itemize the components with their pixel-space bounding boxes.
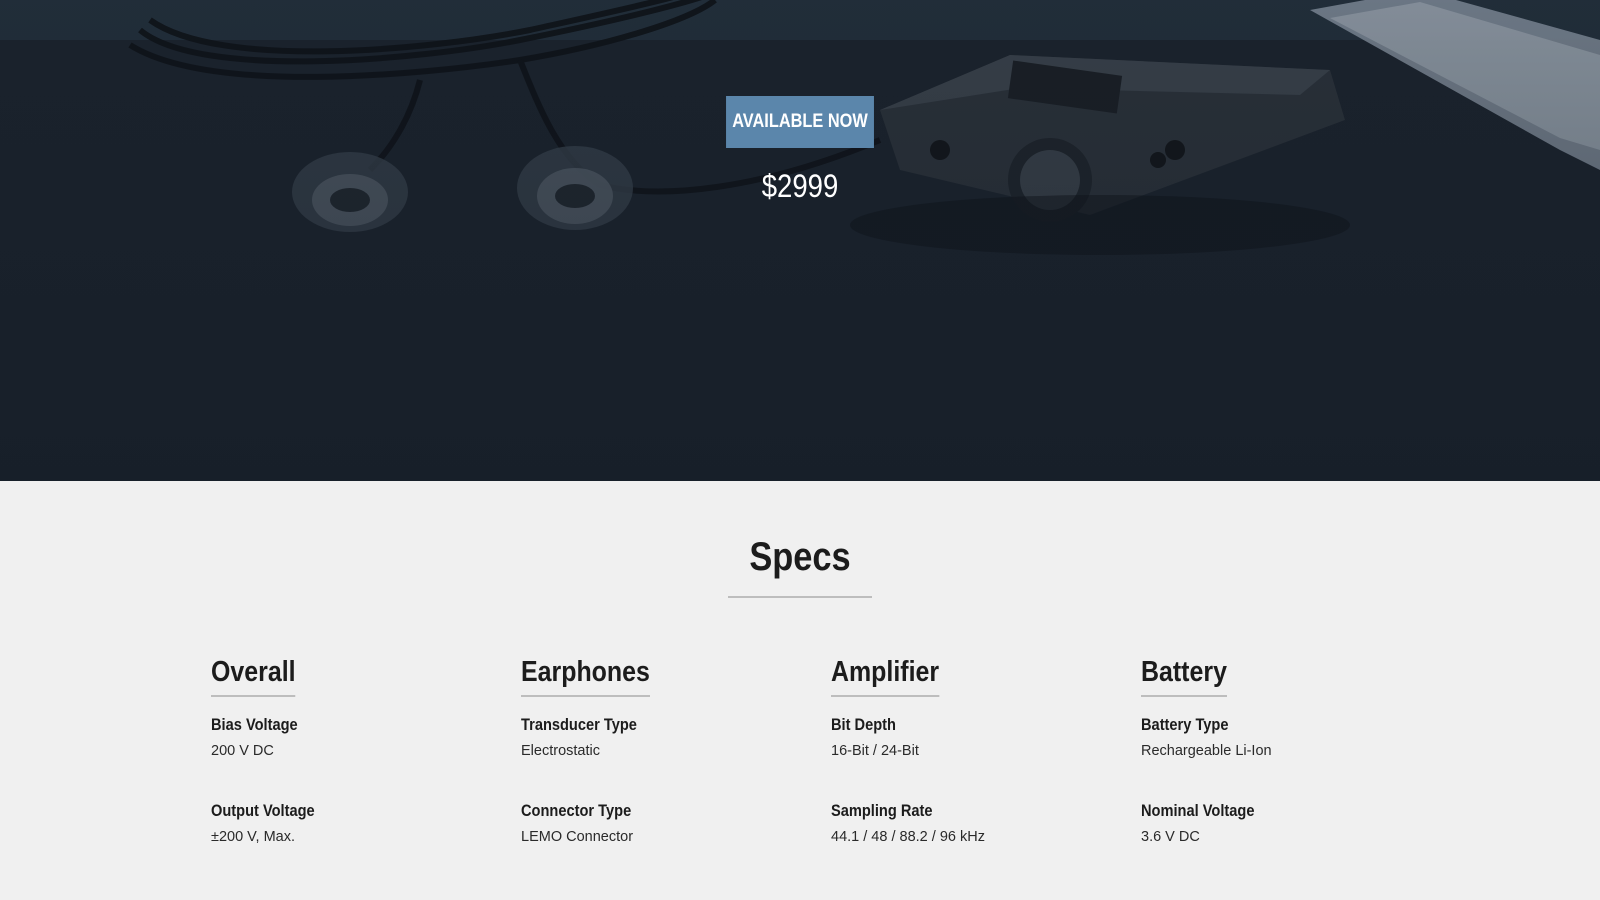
spec-value: Electrostatic	[521, 743, 600, 759]
specs-title: Specs	[749, 535, 851, 579]
spec-label: Connector Type	[521, 801, 632, 820]
spec-item: Output Voltage ±200 V, Max.	[211, 801, 332, 845]
spec-item: Battery Type Rechargeable Li-Ion	[1141, 715, 1272, 759]
hero-overlay	[0, 0, 1600, 481]
available-now-button[interactable]: AVAILABLE NOW	[726, 96, 874, 148]
spec-column-earphones: Earphones Transducer Type Electrostatic …	[521, 656, 811, 845]
spec-item: Sampling Rate 44.1 / 48 / 88.2 / 96 kHz	[831, 801, 985, 845]
specs-title-underline	[728, 596, 872, 598]
spec-label: Bit Depth	[831, 715, 896, 734]
spec-column-amplifier: Amplifier Bit Depth 16-Bit / 24-Bit Samp…	[831, 656, 1121, 845]
spec-item: Nominal Voltage 3.6 V DC	[1141, 801, 1273, 845]
spec-label: Battery Type	[1141, 715, 1229, 734]
spec-column-overall: Overall Bias Voltage 200 V DC Output Vol…	[211, 656, 501, 845]
spec-item: Connector Type LEMO Connector	[521, 801, 649, 845]
product-price: $2999	[761, 168, 839, 204]
spec-label: Bias Voltage	[211, 715, 298, 734]
spec-column-heading: Overall	[211, 656, 296, 697]
spec-item: Bias Voltage 200 V DC	[211, 715, 312, 759]
spec-label: Nominal Voltage	[1141, 801, 1255, 820]
spec-value: LEMO Connector	[521, 829, 634, 845]
spec-label: Sampling Rate	[831, 801, 933, 820]
spec-value: 200 V DC	[211, 743, 274, 759]
spec-value: 3.6 V DC	[1141, 829, 1200, 845]
hero-banner: AVAILABLE NOW $2999	[0, 0, 1600, 481]
spec-value: ±200 V, Max.	[211, 829, 295, 845]
spec-item: Bit Depth 16-Bit / 24-Bit	[831, 715, 919, 759]
spec-item: Transducer Type Electrostatic	[521, 715, 656, 759]
spec-label: Output Voltage	[211, 801, 315, 820]
spec-column-battery: Battery Battery Type Rechargeable Li-Ion…	[1141, 656, 1431, 845]
spec-value: Rechargeable Li-Ion	[1141, 743, 1272, 759]
spec-column-heading: Earphones	[521, 656, 650, 697]
spec-column-heading: Amplifier	[831, 656, 940, 697]
spec-value: 16-Bit / 24-Bit	[831, 743, 919, 759]
spec-column-heading: Battery	[1141, 656, 1227, 697]
spec-value: 44.1 / 48 / 88.2 / 96 kHz	[831, 829, 985, 845]
specs-section: Specs Overall Bias Voltage 200 V DC Outp…	[0, 481, 1600, 900]
spec-label: Transducer Type	[521, 715, 637, 734]
